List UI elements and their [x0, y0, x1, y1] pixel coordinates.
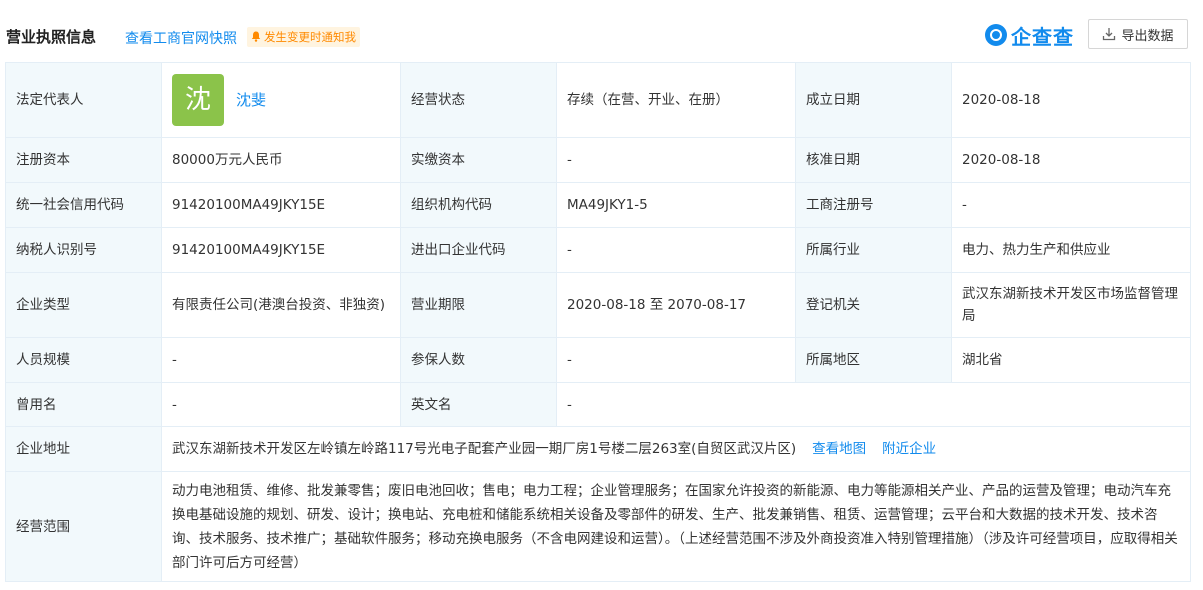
founded-label: 成立日期 [795, 62, 952, 138]
english-name-value: - [556, 382, 1191, 427]
status-label: 经营状态 [400, 62, 557, 138]
import-export-label: 进出口企业代码 [400, 227, 557, 273]
table-row: 曾用名 - 英文名 - [5, 382, 1191, 427]
change-notify-label: 发生变更时通知我 [264, 30, 356, 44]
view-map-link[interactable]: 查看地图 [812, 441, 866, 457]
founded-value: 2020-08-18 [951, 62, 1191, 138]
legal-rep-label: 法定代表人 [5, 62, 162, 138]
credit-code-label: 统一社会信用代码 [5, 182, 162, 228]
former-name-value: - [161, 382, 401, 427]
org-code-label: 组织机构代码 [400, 182, 557, 228]
legal-rep-name-link[interactable]: 沈斐 [236, 91, 266, 109]
region-value: 湖北省 [951, 337, 1191, 383]
download-icon [1103, 28, 1116, 41]
table-row: 企业类型 有限责任公司(港澳台投资、非独资) 营业期限 2020-08-18 至… [5, 272, 1191, 338]
org-code-value: MA49JKY1-5 [556, 182, 796, 228]
bell-icon [251, 31, 261, 42]
section-title: 营业执照信息 [6, 28, 97, 46]
insured-label: 参保人数 [400, 337, 557, 383]
section-header: 营业执照信息 查看工商官网快照 发生变更时通知我 企查查 导出数据 [0, 0, 1203, 62]
approve-date-value: 2020-08-18 [951, 137, 1191, 183]
business-license-table: 法定代表人 沈沈斐 经营状态 存续（在营、开业、在册） 成立日期 2020-08… [5, 62, 1191, 582]
authority-value: 武汉东湖新技术开发区市场监督管理局 [951, 272, 1191, 338]
reg-no-value: - [951, 182, 1191, 228]
brand-logo-icon [985, 24, 1007, 46]
export-data-button[interactable]: 导出数据 [1088, 19, 1188, 49]
address-label: 企业地址 [5, 426, 162, 472]
reg-capital-value: 80000万元人民币 [161, 137, 401, 183]
table-row: 统一社会信用代码 91420100MA49JKY15E 组织机构代码 MA49J… [5, 182, 1191, 228]
legal-rep-cell: 沈沈斐 [161, 62, 401, 138]
avatar[interactable]: 沈 [172, 74, 224, 126]
address-cell: 武汉东湖新技术开发区左岭镇左岭路117号光电子配套产业园一期厂房1号楼二层263… [161, 426, 1191, 472]
term-label: 营业期限 [400, 272, 557, 338]
change-notify-badge[interactable]: 发生变更时通知我 [247, 27, 360, 47]
table-row: 企业地址 武汉东湖新技术开发区左岭镇左岭路117号光电子配套产业园一期厂房1号楼… [5, 426, 1191, 472]
official-snapshot-link[interactable]: 查看工商官网快照 [125, 28, 237, 48]
company-type-value: 有限责任公司(港澳台投资、非独资) [161, 272, 401, 338]
term-value: 2020-08-18 至 2070-08-17 [556, 272, 796, 338]
table-row: 注册资本 80000万元人民币 实缴资本 - 核准日期 2020-08-18 [5, 137, 1191, 183]
table-row: 人员规模 - 参保人数 - 所属地区 湖北省 [5, 337, 1191, 383]
reg-no-label: 工商注册号 [795, 182, 952, 228]
paid-capital-label: 实缴资本 [400, 137, 557, 183]
table-row: 经营范围 动力电池租赁、维修、批发兼零售；废旧电池回收；售电；电力工程；企业管理… [5, 471, 1191, 582]
industry-value: 电力、热力生产和供应业 [951, 227, 1191, 273]
credit-code-value: 91420100MA49JKY15E [161, 182, 401, 228]
staff-label: 人员规模 [5, 337, 162, 383]
approve-date-label: 核准日期 [795, 137, 952, 183]
english-name-label: 英文名 [400, 382, 557, 427]
former-name-label: 曾用名 [5, 382, 162, 427]
taxpayer-label: 纳税人识别号 [5, 227, 162, 273]
industry-label: 所属行业 [795, 227, 952, 273]
insured-value: - [556, 337, 796, 383]
address-value: 武汉东湖新技术开发区左岭镇左岭路117号光电子配套产业园一期厂房1号楼二层263… [172, 441, 797, 457]
table-row: 法定代表人 沈沈斐 经营状态 存续（在营、开业、在册） 成立日期 2020-08… [5, 62, 1191, 138]
nearby-companies-link[interactable]: 附近企业 [882, 441, 936, 457]
export-data-label: 导出数据 [1121, 28, 1174, 44]
staff-value: - [161, 337, 401, 383]
paid-capital-value: - [556, 137, 796, 183]
table-row: 纳税人识别号 91420100MA49JKY15E 进出口企业代码 - 所属行业… [5, 227, 1191, 273]
region-label: 所属地区 [795, 337, 952, 383]
import-export-value: - [556, 227, 796, 273]
brand-name: 企查查 [1011, 24, 1074, 49]
scope-value: 动力电池租赁、维修、批发兼零售；废旧电池回收；售电；电力工程；企业管理服务；在国… [161, 471, 1191, 582]
taxpayer-value: 91420100MA49JKY15E [161, 227, 401, 273]
reg-capital-label: 注册资本 [5, 137, 162, 183]
authority-label: 登记机关 [795, 272, 952, 338]
company-type-label: 企业类型 [5, 272, 162, 338]
scope-label: 经营范围 [5, 471, 162, 582]
status-value: 存续（在营、开业、在册） [556, 62, 796, 138]
brand-logo: 企查查 [985, 20, 1074, 50]
